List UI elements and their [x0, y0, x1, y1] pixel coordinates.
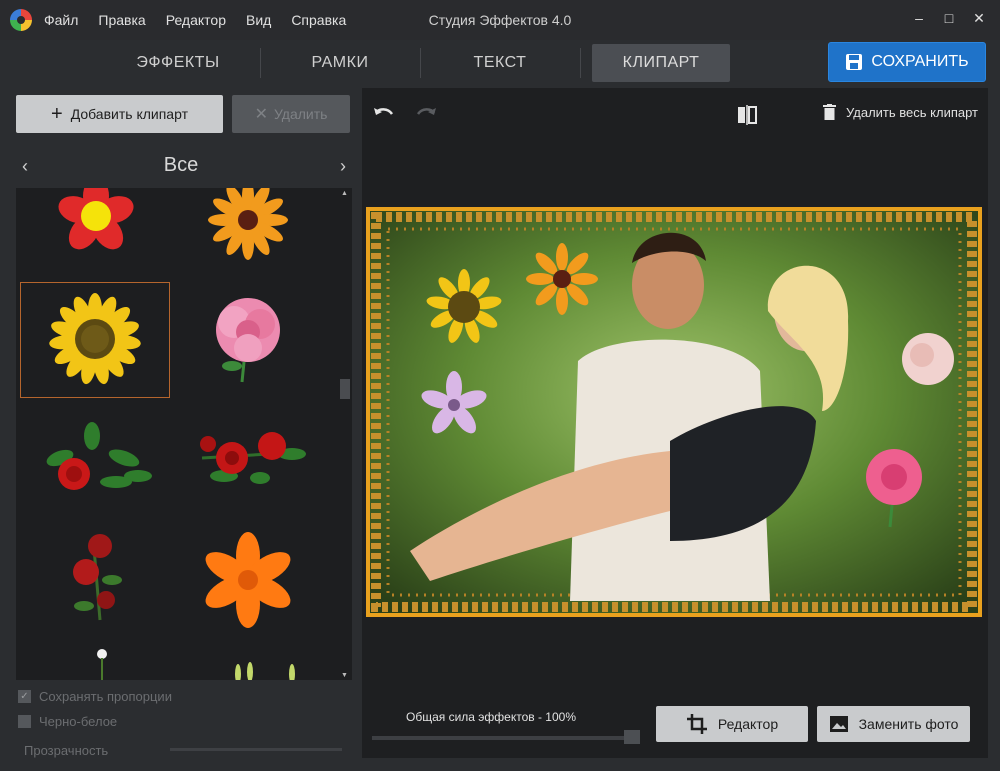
- menu-file[interactable]: Файл: [44, 12, 78, 28]
- app-logo-icon: [10, 9, 32, 31]
- trash-icon: [823, 104, 837, 120]
- delete-clipart-button[interactable]: ✕ Удалить: [232, 95, 350, 133]
- orange-daisy-clipart[interactable]: [172, 188, 322, 290]
- orange-lily-icon: [205, 532, 291, 628]
- menu-view[interactable]: Вид: [246, 12, 271, 28]
- effect-strength-label: Общая сила эффектов - 100%: [406, 710, 576, 724]
- clipart-panel: + Добавить клипарт ✕ Удалить ‹ Все › ▲ ▼…: [0, 88, 362, 771]
- clipart-scrollbar[interactable]: ▲ ▼: [340, 190, 350, 679]
- crop-icon: [686, 714, 707, 734]
- menu-editor[interactable]: Редактор: [166, 12, 226, 28]
- effect-strength-thumb[interactable]: [624, 730, 640, 744]
- red-rose-branch-icon: [46, 422, 152, 490]
- white-bud-clipart[interactable]: [20, 644, 170, 680]
- undo-icon[interactable]: [372, 104, 396, 122]
- menu-help[interactable]: Справка: [291, 12, 346, 28]
- scroll-up-arrow-icon[interactable]: ▲: [341, 190, 348, 197]
- small-red-roses-icon: [73, 534, 122, 621]
- tab-frames[interactable]: РАМКИ: [280, 44, 400, 82]
- orange-lily-clipart[interactable]: [172, 520, 322, 636]
- save-label: СОХРАНИТЬ: [871, 53, 969, 70]
- next-category-button[interactable]: ›: [340, 156, 346, 177]
- black-white-checkbox[interactable]: [18, 715, 31, 728]
- category-selector: ‹ Все ›: [0, 144, 362, 188]
- category-label: Все: [163, 154, 199, 176]
- floppy-disk-icon: [846, 54, 863, 70]
- red-roses-branch-clipart[interactable]: [20, 402, 170, 518]
- tab-divider: [420, 48, 421, 78]
- red-roses-bouquet-icon: [200, 432, 306, 484]
- scrollbar-thumb[interactable]: [340, 379, 350, 399]
- sunflower-icon: [49, 293, 141, 385]
- tab-divider: [580, 48, 581, 78]
- red-flower-clipart[interactable]: [20, 188, 170, 290]
- sunflower-clipart[interactable]: [20, 282, 170, 398]
- small-red-roses-clipart[interactable]: [20, 520, 170, 636]
- delete-all-clipart-button[interactable]: Удалить весь клипарт: [823, 104, 978, 120]
- green-sprout-clipart[interactable]: [172, 644, 322, 680]
- pink-rose-clipart[interactable]: [172, 282, 322, 398]
- keep-proportions-option[interactable]: ✓ Сохранять пропорции: [18, 689, 172, 704]
- red-roses-bouquet-clipart[interactable]: [172, 402, 322, 518]
- tab-clipart[interactable]: КЛИПАРТ: [592, 44, 730, 82]
- minimize-button[interactable]: –: [904, 10, 934, 27]
- plus-icon: +: [51, 103, 63, 125]
- replace-photo-button[interactable]: Заменить фото: [817, 706, 970, 742]
- editor-button[interactable]: Редактор: [656, 706, 808, 742]
- effect-strength-slider[interactable]: [372, 736, 638, 740]
- flip-icon[interactable]: [736, 104, 758, 126]
- keep-proportions-label: Сохранять пропорции: [39, 689, 172, 704]
- photo-image: [370, 211, 978, 613]
- tab-text[interactable]: ТЕКСТ: [440, 44, 560, 82]
- white-bud-icon: [97, 649, 107, 680]
- clipart-grid: [16, 188, 352, 680]
- delete-all-label: Удалить весь клипарт: [846, 104, 978, 120]
- black-white-label: Черно-белое: [39, 714, 118, 729]
- add-clipart-label: Добавить клипарт: [70, 106, 188, 122]
- scroll-down-arrow-icon[interactable]: ▼: [341, 672, 348, 679]
- title-bar: Файл Правка Редактор Вид Справка Студия …: [0, 0, 1000, 40]
- editor-label: Редактор: [717, 716, 779, 732]
- replace-photo-label: Заменить фото: [858, 716, 959, 732]
- pink-rose-icon: [216, 298, 280, 383]
- tab-effects[interactable]: ЭФФЕКТЫ: [118, 44, 238, 82]
- maximize-button[interactable]: □: [934, 10, 964, 27]
- canvas-area: Удалить весь клипарт Общая сила эффектов…: [362, 88, 988, 758]
- opacity-slider[interactable]: [170, 748, 342, 751]
- close-button[interactable]: ✕: [964, 10, 994, 27]
- green-sprout-icon: [235, 662, 295, 680]
- delete-clipart-label: Удалить: [273, 106, 328, 122]
- menu-edit[interactable]: Правка: [98, 12, 145, 28]
- keep-proportions-checkbox[interactable]: ✓: [18, 690, 31, 703]
- red-flower-icon: [58, 188, 134, 250]
- black-white-option[interactable]: Черно-белое: [18, 714, 117, 729]
- orange-daisy-icon: [208, 188, 288, 260]
- add-clipart-button[interactable]: + Добавить клипарт: [16, 95, 223, 133]
- tab-divider: [260, 48, 261, 78]
- save-button[interactable]: СОХРАНИТЬ: [828, 42, 986, 82]
- opacity-label: Прозрачность: [24, 743, 109, 758]
- menu-bar: Файл Правка Редактор Вид Справка: [44, 12, 366, 28]
- redo-icon[interactable]: [414, 104, 438, 122]
- delete-x-icon: ✕: [254, 106, 268, 123]
- image-icon: [829, 716, 848, 732]
- photo-canvas[interactable]: [366, 207, 982, 617]
